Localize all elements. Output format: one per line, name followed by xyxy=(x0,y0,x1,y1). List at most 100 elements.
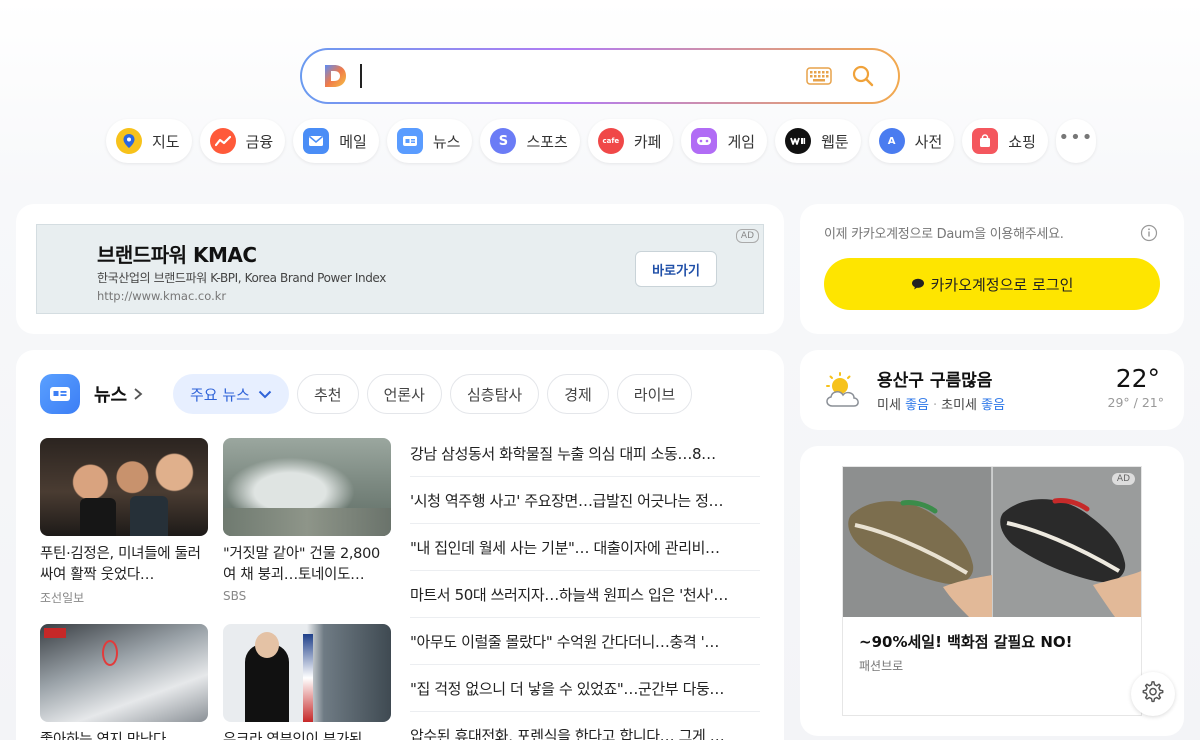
current-temperature: 22° xyxy=(1115,364,1160,393)
headline-item[interactable]: "집 걱정 없으니 더 낳을 수 있었죠"…군간부 다둥… xyxy=(410,665,760,712)
service-label: 뉴스 xyxy=(432,132,461,151)
service-mail[interactable]: 메일 xyxy=(293,119,379,163)
headline-item[interactable]: 압수된 휴대전화, 포렌식을 한다고 합니다… 그게 … xyxy=(410,712,760,740)
tab-recommended[interactable]: 추천 xyxy=(296,374,359,414)
chat-bubble-icon xyxy=(911,278,925,290)
headline-item[interactable]: "내 집인데 월세 사는 기분"… 대출이자에 관리비… xyxy=(410,524,760,571)
daum-logo-icon xyxy=(322,63,348,89)
headline-item[interactable]: 마트서 50대 쓰러지자…하늘색 원피스 입은 '천사'… xyxy=(410,571,760,618)
chevron-down-icon xyxy=(258,390,272,399)
ad-badge: AD xyxy=(735,229,759,243)
headline-item[interactable]: "아무도 이럴줄 몰랐다" 수억원 간다더니…충격 '… xyxy=(410,618,760,665)
sports-icon: S xyxy=(490,128,517,154)
ultrafine-dust-label: 초미세 xyxy=(941,398,978,413)
news-thumbnail xyxy=(40,438,208,536)
headline-text: "아무도 이럴줄 몰랐다" 수억원 간다더니…충격 '… xyxy=(410,632,719,651)
ad-goto-button[interactable]: 바로가기 xyxy=(635,251,717,287)
gear-icon xyxy=(1142,681,1164,707)
service-label: 금융 xyxy=(245,132,274,151)
ad-description: 한국산업의 브랜드파워 K-BPI, Korea Brand Power Ind… xyxy=(97,271,386,285)
more-dots-icon: ••• xyxy=(1058,127,1094,148)
service-cafe[interactable]: cafe 카페 xyxy=(587,119,674,163)
news-thumb-source: SBS xyxy=(223,589,247,603)
news-thumbnail xyxy=(40,624,208,722)
service-label: 스포츠 xyxy=(526,132,568,151)
news-thumbnail xyxy=(223,438,391,536)
headline-text: 강남 삼성동서 화학물질 누출 의심 대피 소동…8… xyxy=(410,444,716,463)
shopping-ad-title: ~90%세일! 백화점 갈필요 NO! xyxy=(859,633,1073,651)
mail-icon xyxy=(303,128,330,154)
login-button-label: 카카오계정으로 로그인 xyxy=(930,275,1074,294)
service-finance[interactable]: 금융 xyxy=(199,119,286,163)
temperature-range: 29° / 21° xyxy=(1107,395,1164,410)
news-card: 뉴스 주요 뉴스 추천 언론사 심층탐사 경제 라이브 푸틴·김정은, 미녀들에… xyxy=(16,350,784,740)
news-thumb-item[interactable]: 푸틴·김정은, 미녀들에 둘러싸여 활짝 웃었다… 조선일보 xyxy=(40,438,208,606)
ad-url: http://www.kmac.co.kr xyxy=(97,289,227,303)
news-icon xyxy=(396,128,423,154)
news-thumb-source: 조선일보 xyxy=(40,591,85,605)
service-label: 웹툰 xyxy=(821,132,849,151)
login-card: 이제 카카오계정으로 Daum을 이용해주세요. 카카오계정으로 로그인 xyxy=(800,204,1184,334)
news-thumb-item[interactable]: 좋아하는 연지 만난다… xyxy=(40,624,208,740)
headline-item[interactable]: 강남 삼성동서 화학물질 누출 의심 대피 소동…8… xyxy=(410,430,760,477)
tab-press[interactable]: 언론사 xyxy=(366,374,442,414)
service-webtoon[interactable]: 웹툰 xyxy=(775,119,861,163)
news-thumb-title: 우크라 영부인이 부가된… xyxy=(223,732,377,740)
service-map[interactable]: 지도 xyxy=(106,119,192,163)
search-bar xyxy=(300,48,900,104)
service-label: 카페 xyxy=(633,132,662,151)
fine-dust-label: 미세 xyxy=(877,398,901,413)
headline-text: 마트서 50대 쓰러지자…하늘색 원피스 입은 '천사'… xyxy=(410,585,728,604)
service-label: 쇼핑 xyxy=(1008,132,1036,151)
tab-label: 주요 뉴스 xyxy=(190,385,250,404)
service-label: 메일 xyxy=(339,132,367,151)
news-thumb-item[interactable]: "거짓말 같아" 건물 2,800여 채 붕괴…토네이도… SBS xyxy=(223,438,391,603)
search-input[interactable] xyxy=(366,61,804,91)
weather-card[interactable]: 용산구 구름많음 미세 좋음 · 초미세 좋음 22° 29° / 21° xyxy=(800,350,1184,430)
info-icon[interactable] xyxy=(1140,224,1158,242)
news-thumb-title: "거짓말 같아" 건물 2,800여 채 붕괴…토네이도… xyxy=(223,546,380,583)
dictionary-icon: A xyxy=(878,128,905,154)
headline-text: '시청 역주행 사고' 주요장면…급발진 어긋나는 정… xyxy=(410,491,724,510)
service-news[interactable]: 뉴스 xyxy=(386,119,473,163)
news-tabs: 주요 뉴스 추천 언론사 심층탐사 경제 라이브 xyxy=(173,374,700,414)
ad-card: 브랜드파워 KMAC 한국산업의 브랜드파워 K-BPI, Korea Bran… xyxy=(16,204,784,334)
headline-text: "내 집인데 월세 사는 기분"… 대출이자에 관리비… xyxy=(410,538,720,557)
keyboard-icon[interactable] xyxy=(804,61,834,91)
shopping-ad-card: AD ~90%세일! 백화점 갈필요 NO! 패션브로 xyxy=(800,446,1184,736)
air-quality: 미세 좋음 · 초미세 좋음 xyxy=(877,398,1006,413)
service-dictionary[interactable]: A 사전 xyxy=(868,119,955,163)
fine-dust-value: 좋음 xyxy=(905,398,929,413)
settings-button[interactable] xyxy=(1131,672,1175,716)
news-header[interactable]: 뉴스 xyxy=(40,374,143,414)
weather-location: 용산구 구름많음 xyxy=(877,371,993,391)
service-game[interactable]: 게임 xyxy=(681,119,768,163)
search-box xyxy=(302,50,898,102)
ad-banner[interactable]: 브랜드파워 KMAC 한국산업의 브랜드파워 K-BPI, Korea Bran… xyxy=(36,224,764,314)
service-label: 게임 xyxy=(727,132,756,151)
ad-badge: AD xyxy=(1111,473,1135,485)
news-title: 뉴스 xyxy=(94,385,128,406)
tab-in-depth[interactable]: 심층탐사 xyxy=(449,374,540,414)
news-thumb-title: 좋아하는 연지 만난다… xyxy=(40,732,181,740)
cafe-icon: cafe xyxy=(597,128,624,154)
shopping-ad[interactable]: AD ~90%세일! 백화점 갈필요 NO! 패션브로 xyxy=(842,466,1142,716)
more-services-button[interactable]: ••• xyxy=(1055,119,1096,163)
kakao-login-button[interactable]: 카카오계정으로 로그인 xyxy=(824,258,1160,310)
shopping-bag-icon xyxy=(972,128,999,154)
service-sports[interactable]: S 스포츠 xyxy=(480,119,580,163)
headline-text: "집 걱정 없으니 더 낳을 수 있었죠"…군간부 다둥… xyxy=(410,679,724,698)
news-thumb-item[interactable]: 우크라 영부인이 부가된… xyxy=(223,624,391,740)
headline-item[interactable]: '시청 역주행 사고' 주요장면…급발진 어긋나는 정… xyxy=(410,477,760,524)
search-icon[interactable] xyxy=(848,61,878,91)
text-caret xyxy=(360,64,362,88)
ultrafine-dust-value: 좋음 xyxy=(981,398,1006,413)
partly-cloudy-icon xyxy=(822,370,866,414)
service-label: 사전 xyxy=(914,132,943,151)
ad-title: 브랜드파워 KMAC xyxy=(97,243,257,267)
tab-live[interactable]: 라이브 xyxy=(616,374,693,414)
map-pin-icon xyxy=(116,128,142,154)
tab-main-news[interactable]: 주요 뉴스 xyxy=(173,374,289,414)
tab-economy[interactable]: 경제 xyxy=(547,374,609,414)
service-shopping[interactable]: 쇼핑 xyxy=(962,119,1048,163)
